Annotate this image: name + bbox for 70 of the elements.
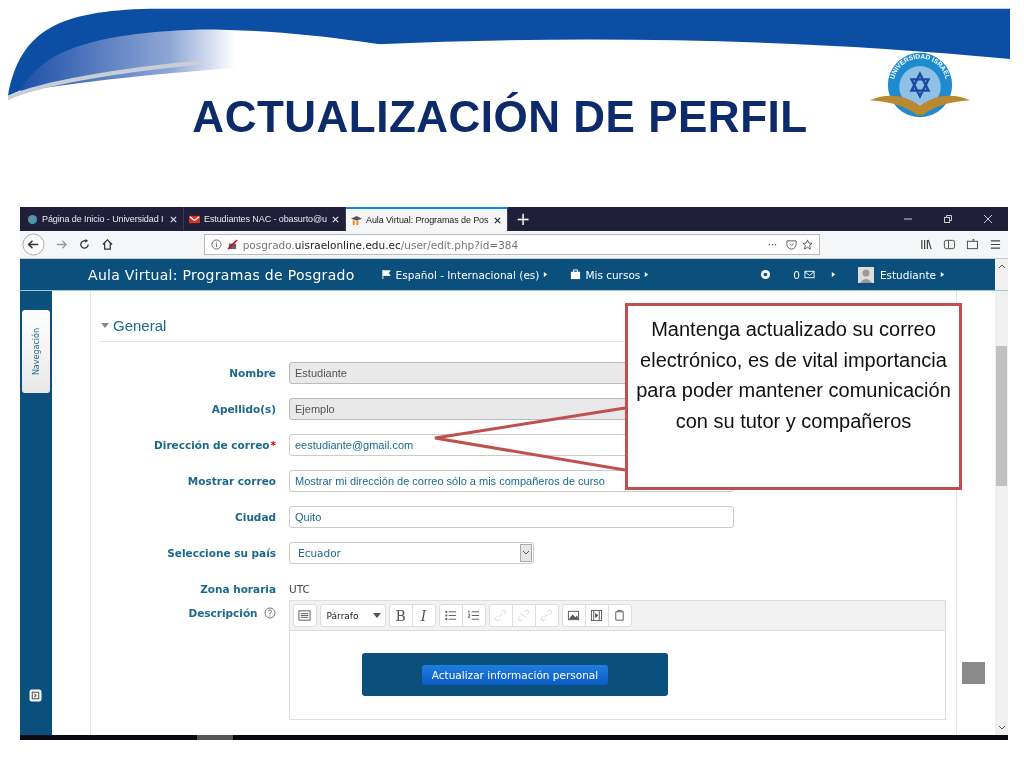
field-label: Nombre — [229, 367, 276, 379]
menu-icon[interactable] — [989, 238, 1002, 251]
screenshot-icon[interactable] — [966, 238, 980, 251]
pocket-icon[interactable] — [786, 239, 798, 250]
info-icon — [210, 239, 222, 250]
mail-icon — [189, 213, 200, 225]
field-label: Mostrar correo — [187, 475, 276, 487]
scrollbar-thumb[interactable] — [996, 346, 1007, 486]
address-field[interactable]: posgrado.uisraelonline.edu.ec/user/edit.php?id=384 ··· — [203, 234, 821, 255]
link-icon — [540, 609, 554, 622]
field-label: Apellido(s) — [211, 403, 276, 415]
bold-button[interactable]: B — [389, 605, 413, 626]
numbers-icon — [467, 609, 481, 622]
close-icon[interactable] — [493, 215, 502, 225]
input-field[interactable]: Quito — [289, 506, 734, 528]
country-select[interactable]: Ecuador — [289, 542, 534, 564]
new-tab-button[interactable]: + — [508, 207, 539, 231]
update-profile-button[interactable]: Actualizar información personal — [421, 664, 609, 685]
back-icon[interactable] — [22, 233, 45, 256]
field-label: Zona horaria — [200, 583, 276, 595]
field-label: Ciudad — [235, 511, 276, 523]
scrollbar[interactable] — [995, 291, 1008, 735]
caret-icon — [372, 613, 381, 618]
field-value: UTC — [289, 583, 310, 595]
notifications-icon[interactable] — [760, 269, 772, 280]
callout-tooltip: Mantenga actualizado su correo electrónico, es de vital importancia para poder mantener comunicación con su tutor y compañeros — [625, 303, 962, 490]
caret-icon — [940, 271, 945, 278]
italic-button[interactable]: I — [412, 605, 435, 626]
unlink-icon — [517, 609, 531, 622]
field-label: Dirección de correo — [154, 439, 270, 451]
format-select[interactable]: Párrafo — [320, 605, 385, 626]
avatar-icon — [857, 266, 874, 283]
field-label: Seleccione su país — [167, 547, 276, 559]
caret-icon — [644, 271, 650, 278]
collapse-caret-icon[interactable] — [101, 322, 109, 329]
media-icon — [590, 609, 604, 622]
required-marker: * — [270, 439, 276, 451]
dock-icon[interactable] — [29, 689, 42, 702]
link-icon — [494, 609, 508, 622]
briefcase-icon — [570, 269, 582, 280]
restore-icon[interactable] — [943, 214, 953, 224]
section-heading[interactable]: General — [113, 317, 167, 334]
navigation-drawer-tab[interactable]: Navegación — [22, 310, 50, 393]
courses-menu[interactable]: Mis cursos — [570, 268, 650, 281]
slide-title: ACTUALIZACIÓN DE PERFIL — [191, 92, 809, 142]
site-name[interactable]: Aula Virtual: Programas de Posgrado — [88, 266, 355, 283]
image-icon — [567, 609, 581, 622]
sidebar-icon[interactable] — [943, 238, 957, 251]
user-menu[interactable]: Estudiante — [857, 266, 945, 283]
field-label: Descripción — [188, 607, 258, 619]
home-icon[interactable] — [100, 238, 114, 251]
blocked-lock-icon — [226, 239, 238, 250]
envelope-icon — [803, 269, 815, 280]
bullets-icon — [444, 609, 458, 622]
reload-icon[interactable] — [77, 238, 91, 251]
file-icon — [613, 609, 627, 622]
language-menu[interactable]: Español - Internacional (es) — [380, 268, 549, 281]
help-icon[interactable] — [263, 607, 276, 619]
flag-icon — [380, 269, 392, 280]
globe-icon — [27, 213, 38, 225]
library-icon[interactable] — [920, 238, 934, 251]
hat-icon — [351, 214, 362, 226]
forward-icon[interactable] — [54, 238, 68, 251]
star-icon[interactable] — [802, 239, 814, 250]
toggle-icon — [298, 609, 312, 622]
caret-icon — [543, 271, 549, 278]
page-actions-button[interactable]: ··· — [767, 239, 778, 250]
browser-tab[interactable]: Aula Virtual: Programas de Pos — [346, 207, 508, 231]
messages-menu[interactable]: 0 — [793, 268, 836, 281]
caret-icon — [830, 271, 836, 278]
